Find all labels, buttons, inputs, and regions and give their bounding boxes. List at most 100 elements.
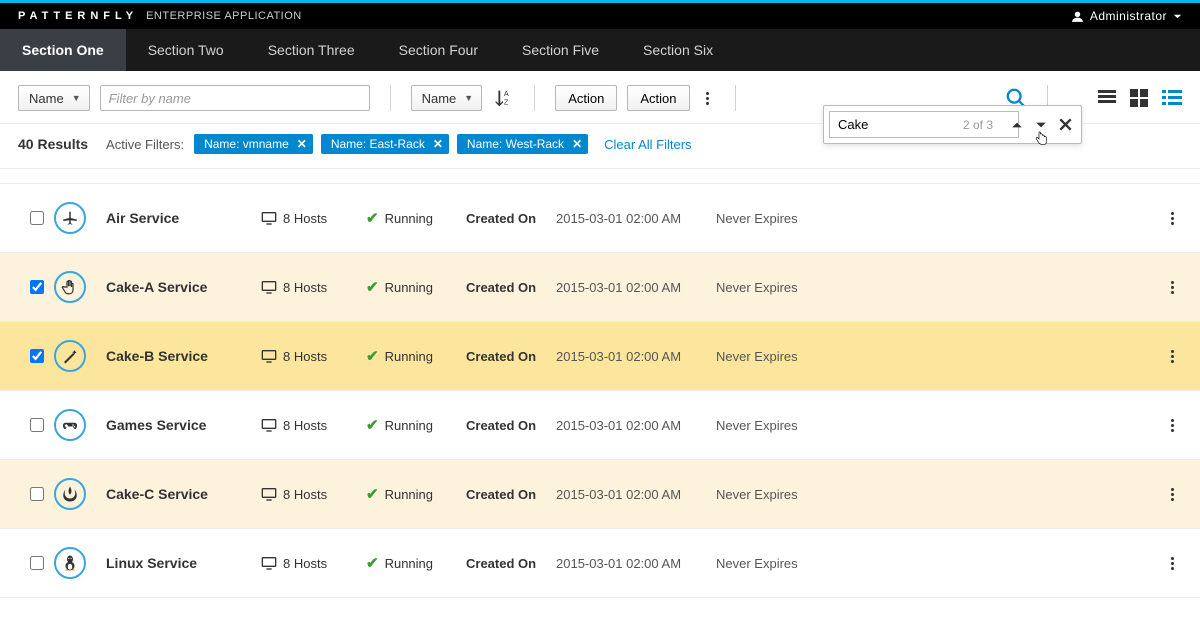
find-next-button[interactable] — [1031, 117, 1051, 133]
top-bar: PATTERNFLY ENTERPRISE APPLICATION Admini… — [0, 3, 1200, 29]
nav-item[interactable]: Section Four — [377, 29, 500, 71]
row-kebab[interactable] — [1165, 346, 1180, 367]
chevron-up-icon — [1011, 119, 1023, 131]
service-name: Air Service — [106, 210, 261, 226]
brand-subtitle: ENTERPRISE APPLICATION — [146, 10, 302, 22]
sort-direction-button[interactable]: AZ — [492, 87, 514, 109]
nav-item[interactable]: Section Three — [246, 29, 377, 71]
expires-value: Never Expires — [716, 487, 798, 502]
nav-item[interactable]: Section Two — [126, 29, 246, 71]
list-row[interactable]: Cake-A Service8 Hosts✔RunningCreated On2… — [0, 252, 1200, 321]
monitor-icon — [261, 211, 277, 225]
caret-down-icon: ▼ — [464, 93, 473, 103]
gamepad-icon — [61, 416, 79, 434]
list-row[interactable]: Air Service8 Hosts✔RunningCreated On2015… — [0, 183, 1200, 252]
active-filters-label: Active Filters: — [106, 137, 184, 152]
status-cell: ✔Running — [366, 485, 466, 503]
service-name: Cake-C Service — [106, 486, 261, 502]
chip-label: Name: vmname — [204, 137, 289, 151]
list-row[interactable]: Games Service8 Hosts✔RunningCreated On20… — [0, 390, 1200, 459]
row-checkbox-cell — [20, 487, 54, 501]
filter-chip: Name: West-Rack ✕ — [457, 134, 588, 154]
row-checkbox[interactable] — [30, 487, 44, 501]
rebel-icon — [61, 485, 79, 503]
monitor-icon — [261, 280, 277, 294]
find-input[interactable] — [829, 111, 1019, 138]
svg-text:Z: Z — [504, 97, 509, 106]
monitor-icon — [261, 349, 277, 363]
service-name: Cake-A Service — [106, 279, 261, 295]
list-row[interactable]: Linux Service8 Hosts✔RunningCreated On20… — [0, 528, 1200, 598]
chip-label: Name: East-Rack — [331, 137, 425, 151]
sort-field-label: Name — [422, 91, 457, 106]
find-prev-button[interactable] — [1007, 117, 1027, 133]
toolbar-kebab[interactable] — [700, 88, 715, 109]
tux-icon — [61, 554, 79, 572]
list-view-icon[interactable] — [1162, 89, 1182, 107]
check-icon: ✔ — [366, 554, 379, 572]
results-count: 40 Results — [18, 136, 88, 152]
list-row[interactable]: Cake-B Service8 Hosts✔RunningCreated On2… — [0, 321, 1200, 390]
clear-all-filters[interactable]: Clear All Filters — [604, 137, 691, 152]
list-row[interactable]: Cake-C Service8 Hosts✔RunningCreated On2… — [0, 459, 1200, 528]
nav-item[interactable]: Section One — [0, 29, 126, 71]
created-label: Created On — [466, 418, 556, 433]
filter-field-select[interactable]: Name ▼ — [18, 85, 90, 111]
hosts-cell: 8 Hosts — [261, 487, 366, 502]
plane-icon — [61, 209, 79, 227]
status-cell: ✔Running — [366, 347, 466, 365]
hosts-cell: 8 Hosts — [261, 280, 366, 295]
expires-value: Never Expires — [716, 418, 798, 433]
check-icon: ✔ — [366, 485, 379, 503]
row-kebab[interactable] — [1165, 553, 1180, 574]
card-view-icon[interactable] — [1130, 89, 1148, 107]
action-button-2[interactable]: Action — [627, 85, 689, 111]
chip-label: Name: West-Rack — [467, 137, 564, 151]
service-icon-circle — [54, 340, 86, 372]
row-checkbox[interactable] — [30, 349, 44, 363]
find-box: 2 of 3 — [823, 105, 1082, 144]
row-kebab[interactable] — [1165, 415, 1180, 436]
sort-field-select[interactable]: Name ▼ — [411, 85, 483, 111]
row-checkbox[interactable] — [30, 556, 44, 570]
row-checkbox-cell — [20, 211, 54, 225]
row-kebab[interactable] — [1165, 208, 1180, 229]
created-label: Created On — [466, 349, 556, 364]
hosts-cell: 8 Hosts — [261, 349, 366, 364]
nav-item[interactable]: Section Five — [500, 29, 621, 71]
filter-input[interactable] — [100, 85, 370, 111]
service-list: Air Service8 Hosts✔RunningCreated On2015… — [0, 169, 1200, 612]
status-cell: ✔Running — [366, 278, 466, 296]
expires-value: Never Expires — [716, 556, 798, 571]
wand-icon — [61, 347, 79, 365]
service-icon-circle — [54, 478, 86, 510]
hosts-cell: 8 Hosts — [261, 418, 366, 433]
monitor-icon — [261, 418, 277, 432]
check-icon: ✔ — [366, 416, 379, 434]
view-switcher — [1098, 89, 1182, 107]
check-icon: ✔ — [366, 209, 379, 227]
monitor-icon — [261, 556, 277, 570]
service-name: Games Service — [106, 417, 261, 433]
user-menu[interactable]: Administrator — [1071, 9, 1182, 23]
action-button-1[interactable]: Action — [555, 85, 617, 111]
expires-value: Never Expires — [716, 280, 798, 295]
primary-nav: Section OneSection TwoSection ThreeSecti… — [0, 29, 1200, 71]
find-close-button[interactable] — [1055, 116, 1076, 133]
divider — [390, 85, 391, 111]
row-kebab[interactable] — [1165, 277, 1180, 298]
user-name: Administrator — [1090, 9, 1167, 23]
nav-item[interactable]: Section Six — [621, 29, 735, 71]
row-checkbox[interactable] — [30, 211, 44, 225]
chip-remove-icon[interactable]: ✕ — [297, 137, 307, 151]
row-checkbox[interactable] — [30, 280, 44, 294]
table-view-icon[interactable] — [1098, 89, 1116, 107]
row-checkbox[interactable] — [30, 418, 44, 432]
service-icon-circle — [54, 547, 86, 579]
created-label: Created On — [466, 280, 556, 295]
row-kebab[interactable] — [1165, 484, 1180, 505]
chevron-down-icon — [1173, 12, 1182, 21]
chip-remove-icon[interactable]: ✕ — [433, 137, 443, 151]
created-value: 2015-03-01 02:00 AM — [556, 280, 716, 295]
chip-remove-icon[interactable]: ✕ — [572, 137, 582, 151]
